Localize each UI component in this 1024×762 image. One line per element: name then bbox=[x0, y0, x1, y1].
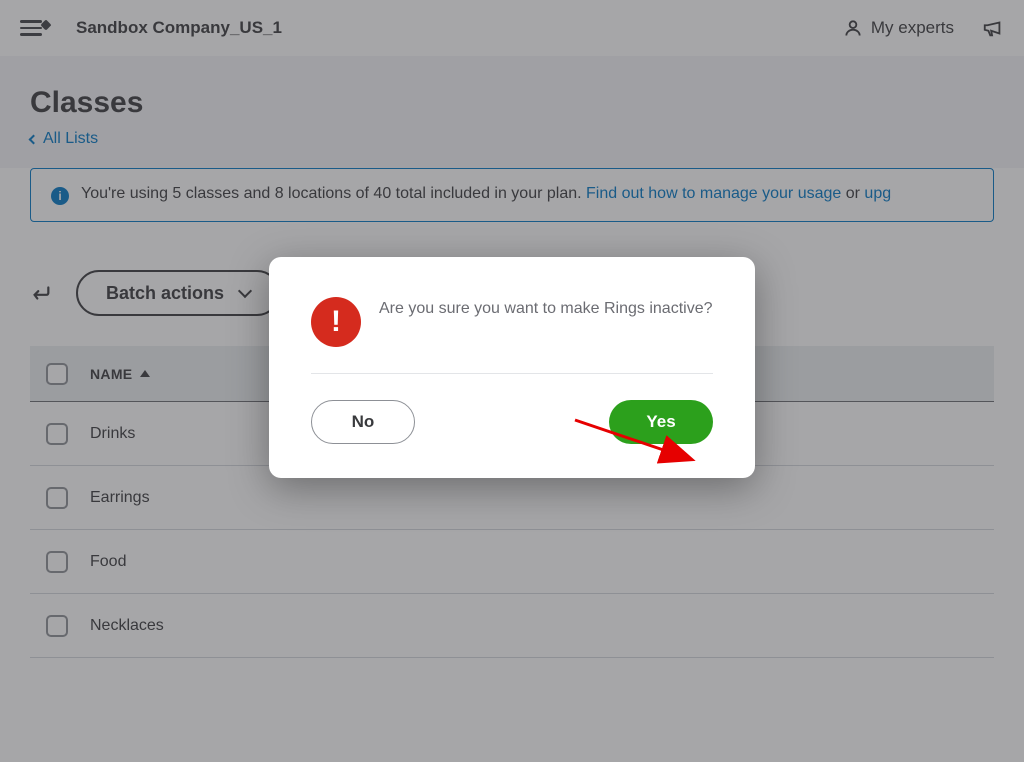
modal-body: ! Are you sure you want to make Rings in… bbox=[311, 297, 713, 374]
modal-overlay[interactable]: ! Are you sure you want to make Rings in… bbox=[0, 0, 1024, 762]
modal-message: Are you sure you want to make Rings inac… bbox=[379, 297, 713, 321]
modal-actions: No Yes bbox=[311, 374, 713, 444]
no-button-label: No bbox=[352, 412, 375, 432]
confirm-modal: ! Are you sure you want to make Rings in… bbox=[269, 257, 755, 478]
yes-button-label: Yes bbox=[646, 412, 675, 432]
no-button[interactable]: No bbox=[311, 400, 415, 444]
warning-icon: ! bbox=[311, 297, 361, 347]
yes-button[interactable]: Yes bbox=[609, 400, 713, 444]
